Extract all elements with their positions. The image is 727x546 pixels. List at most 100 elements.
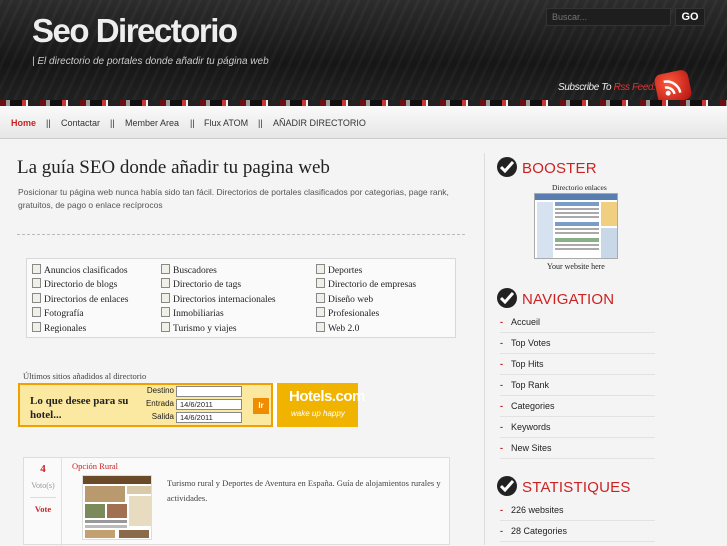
sidebar-item-label: Categories	[511, 401, 555, 411]
nav-home[interactable]: Home	[11, 118, 36, 128]
check-icon	[497, 157, 517, 177]
search-button[interactable]: GO	[675, 8, 705, 26]
nav-flux-atom[interactable]: Flux ATOM	[204, 118, 248, 128]
subscribe-text[interactable]: Subscribe To Rss Feed:	[558, 82, 656, 93]
check-icon	[497, 476, 517, 496]
category-label: Deportes	[328, 266, 363, 276]
intro-text: Posicionar tu página web nunca había sid…	[18, 187, 449, 210]
category-link[interactable]: Regionales	[32, 322, 86, 334]
category-label: Fotografía	[44, 309, 84, 319]
bullet: -	[500, 401, 503, 411]
site-entry: 4 Voto(s) Vote Opción Rural Turismo rura…	[23, 457, 450, 546]
hotel-go-button[interactable]: Ir	[253, 398, 269, 414]
folder-icon	[161, 322, 170, 332]
category-link[interactable]: Diseño web	[316, 293, 373, 305]
sidebar-item-categories[interactable]: - Categories	[500, 396, 655, 417]
sidebar-item-label: Top Rank	[511, 380, 550, 390]
divider	[17, 234, 465, 235]
category-label: Buscadores	[173, 266, 217, 276]
sidebar-item-new-sites[interactable]: - New Sites	[500, 438, 655, 459]
recent-sites-label: Últimos sitios añadidos al directorio	[23, 371, 147, 381]
folder-icon	[32, 278, 41, 288]
category-link[interactable]: Inmobiliarias	[161, 307, 224, 319]
category-link[interactable]: Anuncios clasificados	[32, 264, 128, 276]
category-link[interactable]: Buscadores	[161, 264, 217, 276]
category-link[interactable]: Directorios de enlaces	[32, 293, 128, 305]
folder-icon	[316, 278, 325, 288]
bullet: -	[500, 526, 503, 536]
navigation-heading: NAVIGATION	[522, 291, 615, 308]
category-link[interactable]: Fotografía	[32, 307, 84, 319]
folder-icon	[161, 278, 170, 288]
bullet: -	[500, 505, 503, 515]
sidebar-item-keywords[interactable]: - Keywords	[500, 417, 655, 438]
category-label: Inmobiliarias	[173, 309, 224, 319]
nav-separator: ||	[258, 118, 263, 128]
bullet: -	[500, 443, 503, 453]
entry-title-link[interactable]: Opción Rural	[72, 461, 118, 471]
sidebar-item-top-votes[interactable]: - Top Votes	[500, 333, 655, 354]
sidebar-item-top-rank[interactable]: - Top Rank	[500, 375, 655, 396]
stat-categories: -28 Categories	[500, 521, 655, 542]
category-label: Directorios de enlaces	[44, 295, 129, 305]
main-nav: Home || Contactar || Member Area || Flux…	[0, 106, 727, 139]
folder-icon	[316, 264, 325, 274]
entrada-input[interactable]: 14/6/2011	[176, 399, 242, 410]
folder-icon	[161, 264, 170, 274]
category-link[interactable]: Deportes	[316, 264, 362, 276]
nav-separator: ||	[46, 118, 51, 128]
category-label: Directorio de empresas	[328, 280, 417, 290]
booster-heading: BOOSTER	[522, 160, 597, 177]
hotel-search-widget: Lo que desee para su hotel... Destino En…	[18, 383, 365, 427]
hotels-logo[interactable]: Hotels.com wake up happy	[277, 383, 365, 427]
category-label: Regionales	[44, 324, 87, 334]
vote-button[interactable]: Vote	[24, 504, 62, 514]
category-link[interactable]: Directorio de tags	[161, 278, 241, 290]
folder-icon	[161, 293, 170, 303]
nav-member-area[interactable]: Member Area	[125, 118, 179, 128]
category-link[interactable]: Web 2.0	[316, 322, 359, 334]
category-label: Directorio de blogs	[44, 280, 118, 290]
site-logo[interactable]: Seo Directorio	[32, 12, 238, 50]
folder-icon	[32, 293, 41, 303]
folder-icon	[316, 307, 325, 317]
sidebar-item-accueil[interactable]: - Accueil	[500, 312, 655, 333]
nav-separator: ||	[110, 118, 115, 128]
nav-anadir-directorio[interactable]: AÑADIR DIRECTORIO	[273, 118, 366, 128]
bullet: -	[500, 359, 503, 369]
destino-input[interactable]	[176, 386, 242, 397]
folder-icon	[316, 322, 325, 332]
entry-description: Turismo rural y Deportes de Aventura en …	[167, 478, 441, 503]
category-link[interactable]: Profesionales	[316, 307, 379, 319]
folder-icon	[32, 307, 41, 317]
site-tagline: | El directorio de portales donde añadir…	[32, 56, 269, 67]
stat-label: 226 websites	[511, 505, 564, 515]
sidebar-divider	[484, 153, 485, 545]
booster-subcaption: Your website here	[547, 262, 605, 271]
search-input[interactable]	[546, 8, 671, 26]
stat-label: 28 Categories	[511, 526, 568, 536]
category-link[interactable]: Directorios internacionales	[161, 293, 276, 305]
category-link[interactable]: Directorio de blogs	[32, 278, 117, 290]
category-label: Anuncios clasificados	[44, 266, 128, 276]
vote-count: 4	[40, 463, 46, 475]
booster-banner[interactable]	[534, 193, 618, 259]
check-icon	[497, 288, 517, 308]
nav-contactar[interactable]: Contactar	[61, 118, 100, 128]
sidebar-item-label: Accueil	[511, 317, 541, 327]
sidebar-item-top-hits[interactable]: - Top Hits	[500, 354, 655, 375]
bullet: -	[500, 422, 503, 432]
divider	[30, 497, 56, 498]
entry-thumbnail[interactable]	[82, 475, 152, 540]
hotel-question: Lo que desee para su hotel...	[30, 395, 129, 421]
folder-icon	[32, 264, 41, 274]
sidebar-item-label: Keywords	[511, 422, 551, 432]
sidebar-item-label: Top Hits	[511, 359, 544, 369]
category-link[interactable]: Directorio de empresas	[316, 278, 416, 290]
subscribe-prefix: Subscribe To	[558, 82, 614, 93]
destino-label: Destino	[146, 386, 174, 395]
category-link[interactable]: Turismo y viajes	[161, 322, 237, 334]
category-label: Diseño web	[328, 295, 374, 305]
salida-input[interactable]: 14/6/2011	[176, 412, 242, 423]
hotels-brand-name: Hotels.com	[289, 388, 365, 405]
